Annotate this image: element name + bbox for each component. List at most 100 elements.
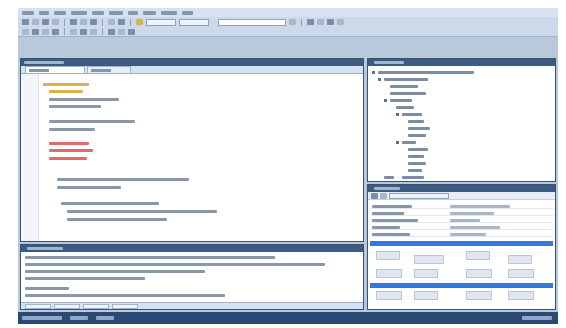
indent-icon[interactable] xyxy=(42,28,49,35)
menu-item-tools[interactable] xyxy=(143,10,156,15)
new-file-icon[interactable] xyxy=(22,19,29,25)
redo-icon[interactable] xyxy=(118,19,125,25)
tree-item[interactable] xyxy=(378,71,474,74)
tab-find-results[interactable] xyxy=(83,303,109,309)
platform-select[interactable] xyxy=(179,18,209,26)
configuration-select[interactable] xyxy=(146,18,176,26)
copy-icon[interactable] xyxy=(80,19,87,25)
designer-cell[interactable] xyxy=(508,291,534,300)
uncomment-icon[interactable] xyxy=(32,28,39,35)
start-debug-icon[interactable] xyxy=(136,19,143,25)
property-row[interactable] xyxy=(370,231,553,237)
undo-icon[interactable] xyxy=(108,19,115,25)
designer-cell[interactable] xyxy=(376,291,402,300)
toolbar-separator xyxy=(130,18,131,26)
tab-active-document[interactable] xyxy=(25,66,85,73)
tree-item[interactable] xyxy=(402,141,416,144)
tree-item[interactable] xyxy=(408,120,424,123)
menu-item-data[interactable] xyxy=(128,10,138,15)
menu-item-project[interactable] xyxy=(71,10,87,15)
save-icon[interactable] xyxy=(42,19,49,25)
tab-task-list[interactable] xyxy=(112,303,138,309)
property-value[interactable] xyxy=(450,212,494,215)
menu-item-edit[interactable] xyxy=(39,10,49,15)
designer-cell[interactable] xyxy=(414,255,444,264)
property-value[interactable] xyxy=(450,226,500,229)
save-all-icon[interactable] xyxy=(52,19,59,25)
find-icon[interactable] xyxy=(289,19,296,25)
designer-cell[interactable] xyxy=(508,269,534,278)
object-select[interactable] xyxy=(389,192,449,199)
tab-output[interactable] xyxy=(25,303,51,309)
property-value[interactable] xyxy=(450,205,510,208)
properties-icon[interactable] xyxy=(317,19,324,25)
property-value[interactable] xyxy=(450,219,480,222)
paste-icon[interactable] xyxy=(90,19,97,25)
property-name xyxy=(372,219,418,222)
tree-item[interactable] xyxy=(384,78,428,81)
tree-item[interactable] xyxy=(408,127,430,130)
designer-cell[interactable] xyxy=(466,269,492,278)
designer-cell[interactable] xyxy=(414,269,438,278)
text-editor-toolbar xyxy=(18,27,558,37)
selected-row-highlight[interactable] xyxy=(370,283,553,288)
property-value[interactable] xyxy=(450,233,486,236)
menu-item-view[interactable] xyxy=(54,10,66,15)
tree-item[interactable] xyxy=(408,169,422,172)
comment-icon[interactable] xyxy=(22,28,29,35)
tree-item[interactable] xyxy=(390,85,418,88)
step-out-icon[interactable] xyxy=(128,28,135,35)
tree-expander-icon[interactable] xyxy=(378,78,381,81)
bookmark-icon[interactable] xyxy=(70,28,77,35)
designer-cell[interactable] xyxy=(376,269,402,278)
solution-explorer-icon[interactable] xyxy=(307,19,314,25)
menu-item-help[interactable] xyxy=(182,10,193,15)
tree-item[interactable] xyxy=(396,106,414,109)
categorized-icon[interactable] xyxy=(371,192,378,199)
find-input[interactable] xyxy=(218,18,286,26)
designer-cell[interactable] xyxy=(508,255,532,264)
code-line xyxy=(49,157,87,160)
step-into-icon[interactable] xyxy=(108,28,115,35)
tree-item[interactable] xyxy=(384,176,394,179)
toolbox-icon[interactable] xyxy=(327,19,334,25)
menu-item-build[interactable] xyxy=(92,10,104,15)
property-row[interactable] xyxy=(370,224,553,230)
tree-item[interactable] xyxy=(402,176,424,179)
tree-item[interactable] xyxy=(402,113,422,116)
designer-cell[interactable] xyxy=(466,291,492,300)
menu-item-debug[interactable] xyxy=(109,10,123,15)
code-text-area[interactable] xyxy=(21,74,363,241)
designer-cell[interactable] xyxy=(376,251,400,260)
designer-cell[interactable] xyxy=(414,291,438,300)
outdent-icon[interactable] xyxy=(52,28,59,35)
alphabetical-icon[interactable] xyxy=(380,192,387,199)
tree-item[interactable] xyxy=(390,99,412,102)
property-name xyxy=(372,226,400,229)
menu-item-file[interactable] xyxy=(22,10,34,15)
property-row[interactable] xyxy=(370,210,553,216)
cut-icon[interactable] xyxy=(70,19,77,25)
tree-expander-icon[interactable] xyxy=(384,99,387,102)
tree-expander-icon[interactable] xyxy=(372,71,375,74)
tree-expander-icon[interactable] xyxy=(396,113,399,116)
property-row[interactable] xyxy=(370,203,553,209)
designer-cell[interactable] xyxy=(466,251,490,260)
tree-item[interactable] xyxy=(408,148,428,151)
tree-item[interactable] xyxy=(390,92,426,95)
open-file-icon[interactable] xyxy=(32,19,39,25)
tree-title-marker xyxy=(374,61,404,64)
property-row[interactable] xyxy=(370,217,553,223)
tree-item[interactable] xyxy=(408,162,426,165)
tree-item[interactable] xyxy=(408,134,426,137)
previous-bookmark-icon[interactable] xyxy=(90,28,97,35)
step-over-icon[interactable] xyxy=(118,28,125,35)
tree-expander-icon[interactable] xyxy=(396,141,399,144)
next-bookmark-icon[interactable] xyxy=(80,28,87,35)
tab-error-list[interactable] xyxy=(54,303,80,309)
tree-item[interactable] xyxy=(408,155,424,158)
tab-inactive-document[interactable] xyxy=(87,66,131,73)
class-view-icon[interactable] xyxy=(337,19,344,25)
menu-item-window[interactable] xyxy=(161,10,177,15)
selected-row-highlight[interactable] xyxy=(370,241,553,246)
